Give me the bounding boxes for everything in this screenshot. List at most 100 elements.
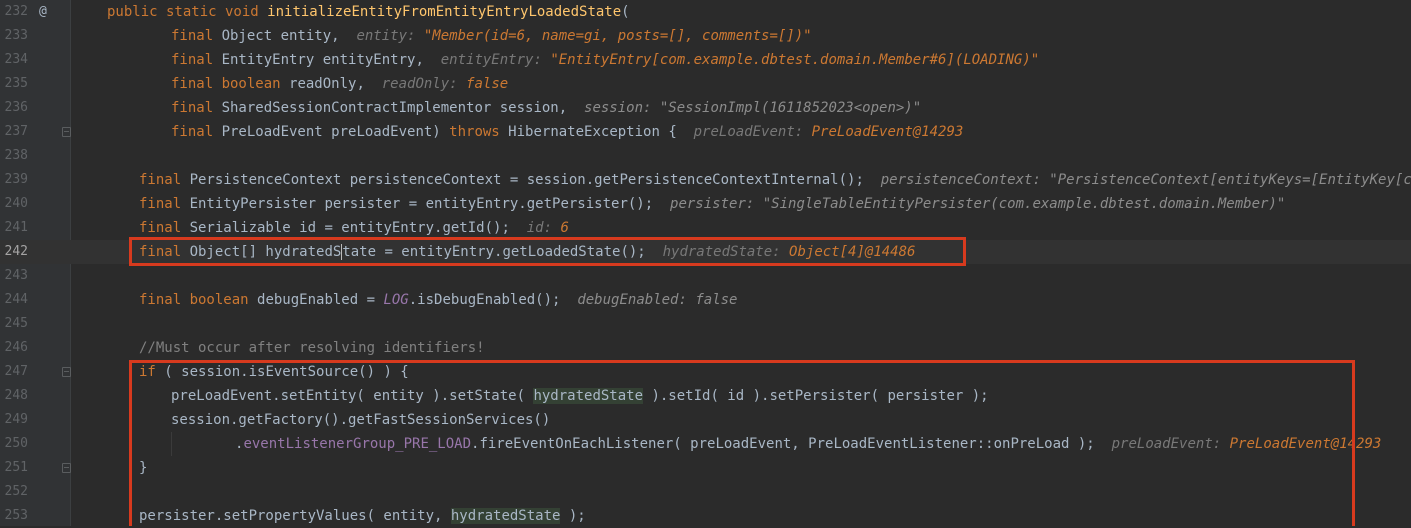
code-line[interactable]: 242 final Object[] hydratedState = entity… — [0, 240, 1411, 264]
inline-debug-hint: persister: "SingleTableEntityPersister(c… — [670, 196, 1286, 212]
code-line[interactable]: 244 final boolean debugEnabled = LOG.isDe… — [0, 288, 1411, 312]
code-token: Object entity, — [221, 28, 357, 44]
code-token: public static void — [107, 4, 268, 20]
inline-debug-hint: hydratedState: — [662, 244, 790, 260]
inline-debug-hint: debugEnabled: false — [577, 292, 738, 308]
code-token: final — [171, 100, 222, 116]
inline-debug-hint: 6 — [560, 220, 569, 236]
inline-debug-hint: PreLoadEvent@14293 — [811, 124, 964, 140]
code-token: final — [139, 196, 190, 212]
code-token: ( session.isEventSource() ) { — [164, 364, 409, 380]
code-token: Serializable id = entityEntry.getId(); — [189, 220, 527, 236]
code-token: final — [139, 244, 190, 260]
inline-debug-hint: PreLoadEvent@14293 — [1229, 436, 1382, 452]
code-line[interactable]: 241 final Serializable id = entityEntry.g… — [0, 216, 1411, 240]
code-line[interactable]: 249 session.getFactory().getFastSessionSe… — [0, 408, 1411, 432]
code-text: final PreLoadEvent preLoadEvent) throws … — [171, 120, 963, 144]
line-number: 242 — [4, 244, 28, 259]
code-text: final Object entity, entity: "Member(id=… — [171, 24, 812, 48]
code-token: ( — [621, 4, 630, 20]
fold-icon[interactable] — [62, 127, 71, 137]
code-token: EntityPersister persister = entityEntry.… — [189, 196, 671, 212]
code-line[interactable]: 245 — [0, 312, 1411, 336]
code-line[interactable]: 250 .eventListenerGroup_PRE_LOAD.fireEven… — [0, 432, 1411, 456]
code-token: preLoadEvent.setEntity( entity ).setStat… — [171, 388, 534, 404]
code-line[interactable]: 253 persister.setPropertyValues( entity, … — [0, 504, 1411, 528]
code-text: session.getFactory().getFastSessionServi… — [171, 408, 550, 432]
code-line[interactable]: 248 preLoadEvent.setEntity( entity ).setS… — [0, 384, 1411, 408]
code-token: LOG — [383, 292, 409, 308]
inline-debug-hint: "Member(id=6, name=gi, posts=[], comment… — [423, 28, 812, 44]
line-number: 251 — [4, 460, 28, 475]
code-text: preLoadEvent.setEntity( entity ).setStat… — [171, 384, 989, 408]
code-line[interactable]: 247 if ( session.isEventSource() ) { — [0, 360, 1411, 384]
code-text: final PersistenceContext persistenceCont… — [139, 168, 1411, 192]
code-text: final boolean debugEnabled = LOG.isDebug… — [139, 288, 737, 312]
code-line[interactable]: 252 — [0, 480, 1411, 504]
inline-debug-hint: Object[4]@14486 — [789, 244, 916, 260]
line-number: 245 — [4, 316, 28, 331]
code-token: eventListenerGroup_PRE_LOAD — [243, 436, 472, 452]
code-line[interactable]: 232 @ public static void initializeEntityF… — [0, 0, 1411, 24]
fold-icon[interactable] — [62, 463, 71, 473]
code-line[interactable]: 237 final PreLoadEvent preLoadEvent) thro… — [0, 120, 1411, 144]
line-number: 253 — [4, 508, 28, 523]
line-number: 234 — [4, 52, 28, 67]
code-token: ).setId( id ).setPersister( persister ); — [643, 388, 989, 404]
code-line[interactable]: 236 final SharedSessionContractImplemento… — [0, 96, 1411, 120]
code-token: hydratedState — [533, 388, 644, 404]
inline-debug-hint: false — [466, 76, 509, 92]
code-token: final — [171, 52, 222, 68]
code-text: final boolean readOnly, readOnly: false — [171, 72, 508, 96]
line-number: 238 — [4, 148, 28, 163]
code-text: final EntityPersister persister = entity… — [139, 192, 1285, 216]
code-token: if — [139, 364, 165, 380]
inline-debug-hint: id: — [526, 220, 561, 236]
code-token: HibernateException { — [508, 124, 694, 140]
line-number: 239 — [4, 172, 28, 187]
code-token: Object[] hydratedS — [189, 244, 342, 260]
code-text: if ( session.isEventSource() ) { — [139, 360, 409, 384]
inline-debug-hint: "EntityEntry[com.example.dbtest.domain.M… — [550, 52, 1040, 68]
code-token: readOnly, — [289, 76, 382, 92]
code-token: tate = entityEntry.getLoadedState(); — [341, 244, 663, 260]
code-token: .isDebugEnabled(); — [408, 292, 578, 308]
indent-guide — [171, 432, 172, 456]
code-line[interactable]: 234 final EntityEntry entityEntry, entity… — [0, 48, 1411, 72]
code-token: final — [171, 28, 222, 44]
code-line[interactable]: 233 final Object entity, entity: "Member(… — [0, 24, 1411, 48]
code-text: persister.setPropertyValues( entity, hyd… — [139, 504, 586, 528]
code-token: .fireEventOnEachListener( preLoadEvent, … — [471, 436, 1112, 452]
code-token: SharedSessionContractImplementor session… — [221, 100, 585, 116]
code-token: final boolean — [139, 292, 258, 308]
code-line[interactable]: 238 — [0, 144, 1411, 168]
inline-debug-hint: entity: — [356, 28, 424, 44]
inline-debug-hint: preLoadEvent: — [693, 124, 812, 140]
line-number: 250 — [4, 436, 28, 451]
fold-icon[interactable] — [62, 367, 71, 377]
code-token: hydratedState — [450, 508, 561, 524]
code-line[interactable]: 251} — [0, 456, 1411, 480]
code-line[interactable]: 240 final EntityPersister persister = ent… — [0, 192, 1411, 216]
code-token: EntityEntry entityEntry, — [221, 52, 441, 68]
code-line[interactable]: 235 final boolean readOnly, readOnly: fal… — [0, 72, 1411, 96]
code-line[interactable]: 239 final PersistenceContext persistenceC… — [0, 168, 1411, 192]
code-text: final Serializable id = entityEntry.getI… — [139, 216, 569, 240]
code-text: final SharedSessionContractImplementor s… — [171, 96, 921, 120]
line-number: 246 — [4, 340, 28, 355]
code-line[interactable]: 243 — [0, 264, 1411, 288]
inline-debug-hint: entityEntry: — [440, 52, 551, 68]
code-line[interactable]: 246 //Must occur after resolving identifi… — [0, 336, 1411, 360]
code-token: initializeEntityFromEntityEntryLoadedSta… — [267, 4, 622, 20]
override-marker-icon[interactable]: @ — [39, 0, 47, 24]
code-token: final — [171, 124, 222, 140]
code-token: session.getFactory().getFastSessionServi… — [171, 412, 551, 428]
line-number: 235 — [4, 76, 28, 91]
line-number: 249 — [4, 412, 28, 427]
line-number: 240 — [4, 196, 28, 211]
line-number: 237 — [4, 124, 28, 139]
inline-debug-hint: readOnly: — [381, 76, 467, 92]
code-comment: //Must occur after resolving identifiers… — [139, 340, 485, 356]
code-text: final EntityEntry entityEntry, entityEnt… — [171, 48, 1039, 72]
code-token: final — [139, 220, 190, 236]
